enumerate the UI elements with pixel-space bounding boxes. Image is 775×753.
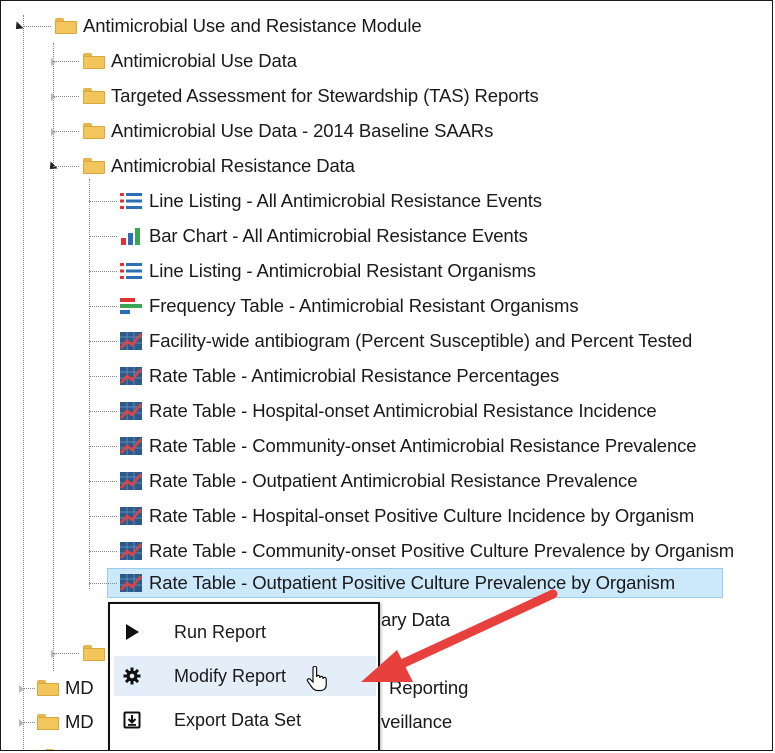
folder-icon xyxy=(83,88,105,104)
tree-folder-partial-bottom[interactable] xyxy=(37,743,73,750)
tree-node-label: Antimicrobial Resistance Data xyxy=(111,155,355,176)
folder-icon xyxy=(83,53,105,69)
tree-folder-partial[interactable] xyxy=(37,639,111,667)
menu-item-export-data-set[interactable]: Export Data Set xyxy=(114,700,376,740)
frequency-table-icon xyxy=(120,298,142,314)
folder-icon xyxy=(83,645,105,661)
gear-icon xyxy=(114,667,150,685)
report-label: Rate Table - Outpatient Antimicrobial Re… xyxy=(149,470,638,491)
report-bar-chart-all-ar-events[interactable]: Bar Chart - All Antimicrobial Resistance… xyxy=(89,222,528,250)
report-label: Facility-wide antibiogram (Percent Susce… xyxy=(149,330,693,351)
menu-item-label: Run Report xyxy=(174,621,267,642)
tree-folder-antimicrobial-resistance-data[interactable]: Antimicrobial Resistance Data xyxy=(37,152,355,180)
expand-toggle-open[interactable] xyxy=(11,20,24,33)
menu-item-label: Export Data Set xyxy=(174,709,302,730)
folder-icon xyxy=(83,158,105,174)
rate-table-icon xyxy=(120,507,142,525)
rate-table-icon xyxy=(120,574,142,592)
tree-node-label: Antimicrobial Use Data xyxy=(111,50,297,71)
play-icon xyxy=(114,623,150,641)
folder-icon xyxy=(37,714,59,730)
menu-item-label: Modify Report xyxy=(174,665,287,686)
tree-node-label: veillance xyxy=(381,711,453,732)
tree-folder-mdro-surveillance[interactable]: MD xyxy=(9,708,94,736)
folder-icon xyxy=(45,749,67,750)
tree-guide-line xyxy=(23,15,24,750)
report-rate-table-co-ar-prevalence[interactable]: Rate Table - Community-onset Antimicrobi… xyxy=(89,432,697,460)
report-label: Rate Table - Hospital-onset Positive Cul… xyxy=(149,505,695,526)
report-facility-wide-antibiogram[interactable]: Facility-wide antibiogram (Percent Susce… xyxy=(89,327,692,355)
tree-folder-mdro-surveillance-tail: veillance xyxy=(381,708,452,736)
report-rate-table-ho-ar-incidence[interactable]: Rate Table - Hospital-onset Antimicrobia… xyxy=(89,397,657,425)
line-listing-icon xyxy=(120,263,142,279)
report-label: Frequency Table - Antimicrobial Resistan… xyxy=(149,295,579,316)
report-label: Rate Table - Community-onset Positive Cu… xyxy=(149,540,735,561)
hand-cursor-icon xyxy=(306,665,328,697)
tree-root-module[interactable]: Antimicrobial Use and Resistance Module xyxy=(9,12,422,40)
report-label: Rate Table - Hospital-onset Antimicrobia… xyxy=(149,400,657,421)
report-rate-table-ar-percentages[interactable]: Rate Table - Antimicrobial Resistance Pe… xyxy=(89,362,559,390)
tree-folder-baseline-saars[interactable]: Antimicrobial Use Data - 2014 Baseline S… xyxy=(37,117,493,145)
report-frequency-table-aro[interactable]: Frequency Table - Antimicrobial Resistan… xyxy=(89,292,579,320)
annotation-arrow xyxy=(361,589,558,682)
report-tree-panel: Antimicrobial Use and Resistance Module … xyxy=(0,0,773,751)
folder-icon xyxy=(83,123,105,139)
report-label: Line Listing - Antimicrobial Resistant O… xyxy=(149,260,536,281)
rate-table-icon xyxy=(120,472,142,490)
folder-icon xyxy=(37,680,59,696)
line-listing-icon xyxy=(120,193,142,209)
tree-node-label: MD xyxy=(65,677,94,698)
tree-node-label: Antimicrobial Use Data - 2014 Baseline S… xyxy=(111,120,494,141)
tree-node-label: Targeted Assessment for Stewardship (TAS… xyxy=(111,85,539,106)
report-line-listing-all-ar-events[interactable]: Line Listing - All Antimicrobial Resista… xyxy=(89,187,542,215)
export-icon xyxy=(114,711,150,729)
rate-table-icon xyxy=(120,402,142,420)
tree-node-label: MD xyxy=(65,711,94,732)
report-label: Line Listing - All Antimicrobial Resista… xyxy=(149,190,542,211)
tree-folder-tas-reports[interactable]: Targeted Assessment for Stewardship (TAS… xyxy=(37,82,539,110)
report-rate-table-co-culture-prevalence[interactable]: Rate Table - Community-onset Positive Cu… xyxy=(89,537,734,565)
report-label: Rate Table - Antimicrobial Resistance Pe… xyxy=(149,365,560,386)
report-label: Rate Table - Community-onset Antimicrobi… xyxy=(149,435,697,456)
rate-table-icon xyxy=(120,437,142,455)
report-line-listing-aro[interactable]: Line Listing - Antimicrobial Resistant O… xyxy=(89,257,536,285)
rate-table-icon xyxy=(120,542,142,560)
bar-chart-icon xyxy=(121,228,140,245)
rate-table-icon xyxy=(120,367,142,385)
rate-table-icon xyxy=(120,332,142,350)
tree-node-label: Antimicrobial Use and Resistance Module xyxy=(83,15,422,36)
report-label: Bar Chart - All Antimicrobial Resistance… xyxy=(149,225,528,246)
tree-folder-mdro-reporting[interactable]: MD xyxy=(9,674,94,702)
folder-icon xyxy=(55,18,77,34)
report-rate-table-ho-culture-incidence[interactable]: Rate Table - Hospital-onset Positive Cul… xyxy=(89,502,694,530)
tree-folder-antimicrobial-use-data[interactable]: Antimicrobial Use Data xyxy=(37,47,297,75)
report-rate-table-op-ar-prevalence[interactable]: Rate Table - Outpatient Antimicrobial Re… xyxy=(89,467,637,495)
